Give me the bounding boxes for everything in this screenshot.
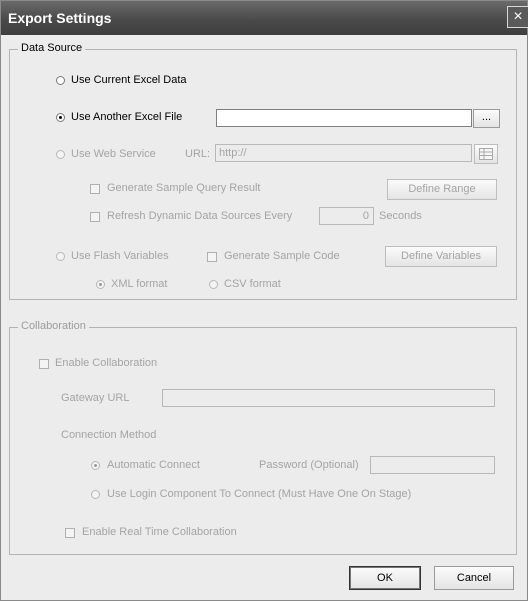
refresh-interval-input[interactable]: 0 bbox=[319, 207, 374, 225]
connection-method-label: Connection Method bbox=[61, 429, 157, 441]
automatic-connect-radio[interactable] bbox=[91, 461, 100, 470]
web-service-browse-button[interactable] bbox=[474, 144, 498, 164]
generate-sample-code-label: Generate Sample Code bbox=[224, 250, 340, 262]
refresh-dynamic-label: Refresh Dynamic Data Sources Every bbox=[107, 210, 293, 222]
use-web-service-radio[interactable] bbox=[56, 150, 65, 159]
csv-format-label: CSV format bbox=[224, 278, 281, 290]
use-current-excel-label: Use Current Excel Data bbox=[71, 74, 187, 86]
use-another-excel-radio[interactable] bbox=[56, 113, 65, 122]
enable-real-time-checkbox[interactable] bbox=[65, 528, 75, 538]
close-button[interactable]: × bbox=[507, 6, 528, 28]
gateway-url-label: Gateway URL bbox=[61, 392, 130, 404]
use-login-component-radio[interactable] bbox=[91, 490, 100, 499]
collaboration-legend: Collaboration bbox=[18, 320, 89, 332]
collaboration-group: Collaboration Enable Collaboration Gatew… bbox=[9, 320, 517, 555]
url-label: URL: bbox=[185, 148, 211, 160]
use-flash-variables-label: Use Flash Variables bbox=[71, 250, 169, 262]
use-login-component-label: Use Login Component To Connect (Must Hav… bbox=[107, 488, 412, 500]
use-flash-variables-radio[interactable] bbox=[56, 252, 65, 261]
enable-collaboration-checkbox[interactable] bbox=[39, 359, 49, 369]
browse-button[interactable]: ... bbox=[473, 109, 500, 128]
password-label: Password (Optional) bbox=[259, 459, 359, 471]
password-input[interactable] bbox=[370, 456, 495, 474]
gateway-url-input[interactable] bbox=[162, 389, 495, 407]
refresh-dynamic-checkbox[interactable] bbox=[90, 212, 100, 222]
another-excel-file-input[interactable] bbox=[216, 109, 472, 127]
generate-sample-code-checkbox[interactable] bbox=[207, 252, 217, 262]
cancel-button[interactable]: Cancel bbox=[434, 566, 514, 590]
xml-format-radio[interactable] bbox=[96, 280, 105, 289]
generate-sample-query-checkbox[interactable] bbox=[90, 184, 100, 194]
data-source-legend: Data Source bbox=[18, 42, 86, 54]
enable-real-time-label: Enable Real Time Collaboration bbox=[82, 526, 237, 538]
title-bar[interactable]: Export Settings × bbox=[1, 1, 528, 35]
web-service-url-input[interactable]: http:// bbox=[215, 144, 472, 162]
data-source-group: Data Source Use Current Excel Data Use A… bbox=[9, 42, 517, 300]
use-current-excel-radio[interactable] bbox=[56, 76, 65, 85]
xml-format-label: XML format bbox=[111, 278, 168, 290]
enable-collaboration-label: Enable Collaboration bbox=[55, 357, 158, 369]
export-settings-dialog: Export Settings × Data Source Use Curren… bbox=[0, 0, 528, 601]
generate-sample-query-label: Generate Sample Query Result bbox=[107, 182, 261, 194]
seconds-label: Seconds bbox=[379, 210, 422, 222]
ok-button[interactable]: OK bbox=[349, 566, 421, 590]
define-variables-button[interactable]: Define Variables bbox=[385, 246, 497, 267]
automatic-connect-label: Automatic Connect bbox=[107, 459, 200, 471]
csv-format-radio[interactable] bbox=[209, 280, 218, 289]
use-web-service-label: Use Web Service bbox=[71, 148, 156, 160]
define-range-button[interactable]: Define Range bbox=[387, 179, 497, 200]
table-icon bbox=[479, 148, 493, 160]
use-another-excel-label: Use Another Excel File bbox=[71, 111, 183, 123]
window-title: Export Settings bbox=[8, 10, 112, 26]
close-icon: × bbox=[513, 8, 523, 25]
